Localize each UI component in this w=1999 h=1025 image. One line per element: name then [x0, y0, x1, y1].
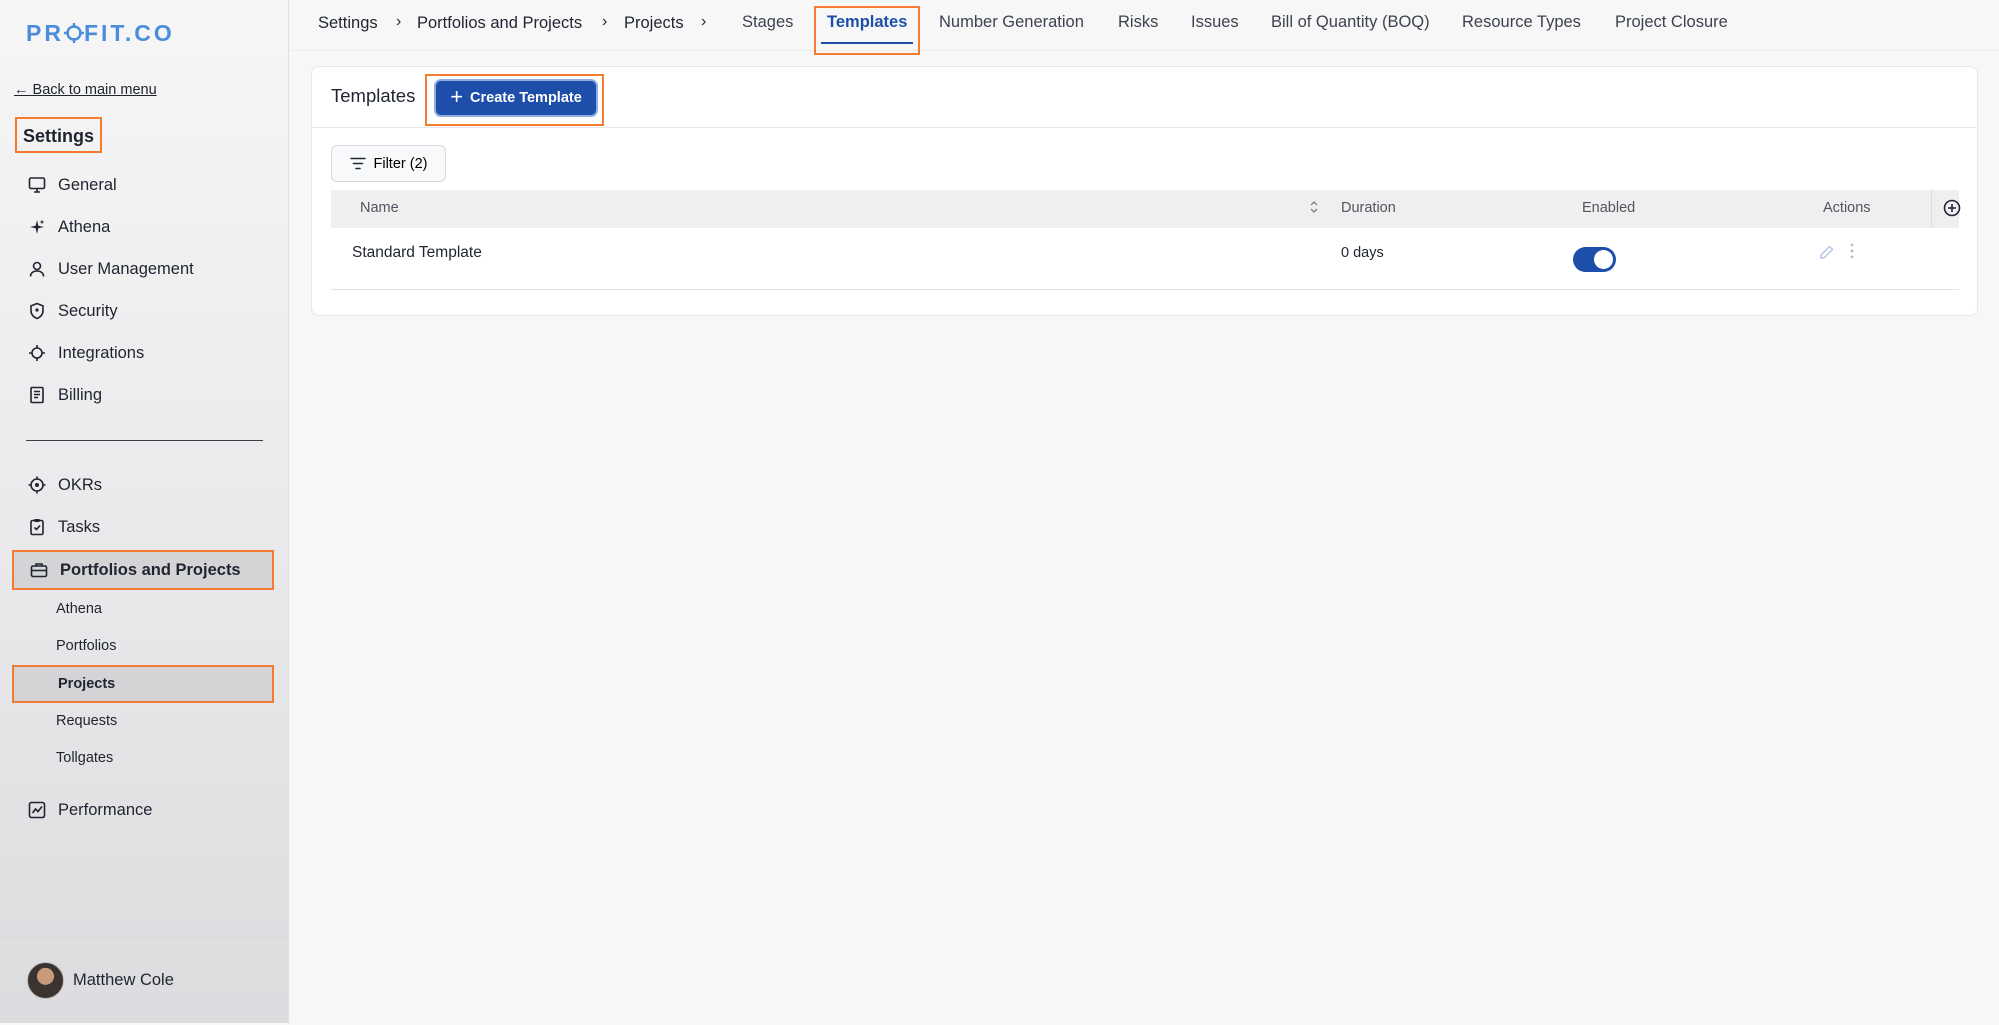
create-template-label: Create Template — [470, 90, 582, 106]
page-title: Templates — [331, 85, 416, 106]
sidebar: PR FIT.CO ← Back to main menu Settings Ge… — [0, 0, 289, 1023]
table-header: Name Duration Enabled Actions — [331, 190, 1962, 228]
toggle-knob — [1594, 250, 1613, 269]
sort-icon[interactable] — [1309, 200, 1319, 219]
user-name: Matthew Cole — [73, 971, 174, 989]
sidebar-item-label: Tasks — [58, 517, 101, 536]
user-icon — [28, 260, 46, 278]
brand-logo[interactable]: PR FIT.CO — [26, 20, 175, 47]
sidebar-item-label: User Management — [58, 259, 194, 278]
sidebar-subitem-label: Athena — [56, 601, 102, 617]
plus-icon: + — [450, 84, 464, 109]
tab-bill-of-quantity[interactable]: Bill of Quantity (BOQ) — [1271, 13, 1430, 32]
sidebar-subitem-projects[interactable]: Projects — [12, 665, 274, 703]
sidebar-item-label: Performance — [58, 800, 153, 819]
table-row[interactable]: Standard Template 0 days — [331, 228, 1959, 290]
tab-resource-types[interactable]: Resource Types — [1462, 13, 1581, 32]
sidebar-subitem-requests[interactable]: Requests — [12, 702, 274, 740]
logo-target-icon — [63, 23, 84, 43]
card-header: Templates + Create Template — [312, 67, 1977, 128]
breadcrumb-separator: › — [396, 13, 402, 30]
create-template-button[interactable]: + Create Template — [434, 79, 598, 117]
tab-risks[interactable]: Risks — [1118, 13, 1158, 32]
back-to-main-menu-link[interactable]: ← Back to main menu — [14, 82, 157, 98]
breadcrumb-portfolios-and-projects[interactable]: Portfolios and Projects — [417, 14, 582, 33]
sidebar-item-label: Portfolios and Projects — [60, 560, 241, 579]
sidebar-item-okrs[interactable]: OKRs — [12, 465, 274, 505]
filter-label: Filter (2) — [373, 155, 428, 172]
sidebar-subitem-label: Tollgates — [56, 750, 114, 766]
more-options-icon[interactable] — [1849, 242, 1855, 265]
top-navigation-bar: Settings › Portfolios and Projects › Pro… — [290, 0, 1999, 51]
enabled-toggle[interactable] — [1573, 247, 1616, 272]
sidebar-subitem-tollgates[interactable]: Tollgates — [12, 739, 274, 777]
avatar — [27, 962, 64, 999]
briefcase-icon — [30, 561, 48, 579]
sidebar-subitem-athena[interactable]: Athena — [12, 590, 274, 628]
column-separator — [1931, 190, 1932, 228]
sidebar-item-athena[interactable]: Athena — [12, 207, 274, 247]
monitor-icon — [28, 176, 46, 194]
active-tab-underline — [821, 42, 913, 44]
settings-title: Settings — [15, 117, 103, 153]
sparkle-icon — [28, 218, 46, 236]
breadcrumb-separator: › — [701, 13, 707, 30]
chart-icon — [28, 801, 46, 819]
sidebar-item-general[interactable]: General — [12, 165, 274, 205]
sidebar-item-billing[interactable]: Billing — [12, 375, 274, 415]
filter-icon — [349, 157, 366, 170]
breadcrumb-projects[interactable]: Projects — [624, 14, 684, 33]
sidebar-item-tasks[interactable]: Tasks — [12, 507, 274, 547]
sidebar-divider — [26, 440, 263, 441]
sidebar-item-label: Athena — [58, 217, 111, 236]
column-header-enabled[interactable]: Enabled — [1582, 200, 1635, 216]
add-column-icon[interactable] — [1942, 198, 1962, 223]
sidebar-item-label: General — [58, 175, 117, 194]
sidebar-item-portfolios-and-projects[interactable]: Portfolios and Projects — [12, 550, 274, 590]
tab-stages[interactable]: Stages — [742, 13, 793, 32]
user-profile[interactable]: Matthew Cole — [0, 937, 289, 1023]
sidebar-item-label: Billing — [58, 385, 103, 404]
sidebar-subitem-label: Portfolios — [56, 638, 117, 654]
tab-number-generation[interactable]: Number Generation — [939, 13, 1084, 32]
filter-button[interactable]: Filter (2) — [331, 145, 446, 182]
edit-icon[interactable] — [1818, 244, 1835, 266]
tab-issues[interactable]: Issues — [1191, 13, 1239, 32]
column-header-actions: Actions — [1823, 200, 1871, 216]
template-name[interactable]: Standard Template — [352, 244, 482, 262]
templates-card: Templates + Create Template Filter (2) N… — [311, 66, 1978, 316]
receipt-icon — [28, 386, 46, 404]
sidebar-item-user-management[interactable]: User Management — [12, 249, 274, 289]
breadcrumb-separator: › — [602, 13, 608, 30]
sidebar-item-label: Integrations — [58, 343, 145, 362]
sidebar-subitem-portfolios[interactable]: Portfolios — [12, 627, 274, 665]
sidebar-item-performance[interactable]: Performance — [12, 790, 274, 830]
active-tab-highlight — [814, 6, 920, 55]
column-header-duration[interactable]: Duration — [1341, 200, 1396, 216]
shield-icon — [28, 302, 46, 320]
sidebar-item-label: Security — [58, 301, 118, 320]
chip-icon — [28, 344, 46, 362]
sidebar-item-security[interactable]: Security — [12, 291, 274, 331]
target-icon — [28, 476, 46, 494]
sidebar-subitem-label: Projects — [58, 676, 116, 692]
sidebar-item-integrations[interactable]: Integrations — [12, 333, 274, 373]
sidebar-item-label: OKRs — [58, 475, 103, 494]
breadcrumb-settings[interactable]: Settings — [318, 14, 378, 33]
template-duration: 0 days — [1341, 245, 1384, 261]
sidebar-subitem-label: Requests — [56, 713, 118, 729]
column-header-name[interactable]: Name — [360, 200, 399, 216]
tab-project-closure[interactable]: Project Closure — [1615, 13, 1728, 32]
clipboard-check-icon — [28, 518, 46, 536]
